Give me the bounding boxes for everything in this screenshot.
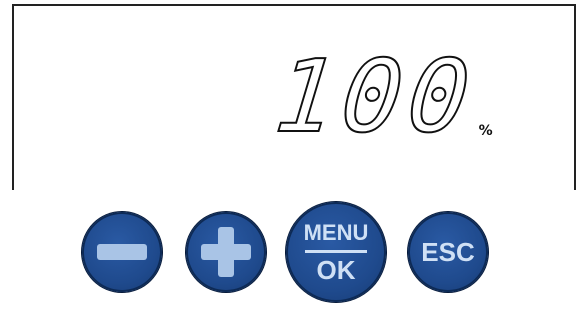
plus-icon: [201, 227, 251, 277]
esc-button[interactable]: ESC: [408, 212, 488, 292]
menu-ok-divider: [305, 249, 367, 253]
readout-unit: %: [478, 123, 493, 139]
minus-icon: [97, 244, 147, 260]
menu-label: MENU: [303, 219, 369, 245]
lcd-display: 100 %: [12, 4, 576, 190]
readout: 100 %: [269, 37, 493, 156]
menu-ok-label: MENU OK: [303, 219, 369, 285]
esc-label: ESC: [421, 237, 475, 267]
readout-value: 100: [269, 37, 482, 156]
ok-label: OK: [316, 254, 356, 285]
minus-button[interactable]: [82, 212, 162, 292]
menu-ok-button[interactable]: MENU OK: [286, 202, 386, 302]
control-buttons: MENU OK ESC: [0, 200, 578, 316]
plus-button[interactable]: [186, 212, 266, 292]
